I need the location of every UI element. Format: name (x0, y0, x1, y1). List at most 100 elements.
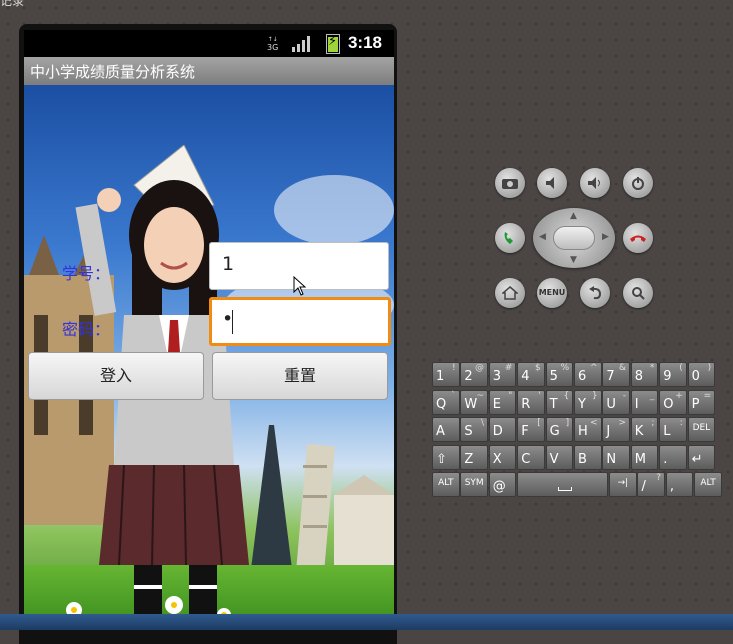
signal-icon (292, 36, 310, 52)
key-9[interactable]: 9( (659, 362, 687, 387)
dpad-up-icon[interactable]: ▲ (570, 211, 577, 221)
back-icon[interactable] (580, 278, 610, 308)
key-v[interactable]: V (545, 444, 574, 470)
key-label: E (492, 396, 502, 412)
key-i[interactable]: I _ (630, 389, 659, 415)
key-label: , (669, 479, 675, 494)
key-symbol[interactable]: . (659, 444, 687, 470)
volume-up-icon[interactable] (580, 168, 610, 198)
key-alt-label: * (649, 363, 655, 373)
key-q[interactable]: Q ` (432, 389, 460, 415)
key-r[interactable]: R ' (517, 389, 545, 415)
key-n[interactable]: N (602, 444, 630, 470)
hardware-keyboard: 1! 2 @3 #4 $5% 6 ^ 7 & 8 * 9(0) Q ` W ~ E " R ' T{Y} U - I _ O + P =… (430, 362, 722, 502)
key-b[interactable]: B (574, 444, 602, 470)
dpad-down-icon[interactable]: ▼ (570, 255, 577, 265)
key-sym[interactable]: SYM (460, 472, 488, 497)
battery-icon: ⚡ (326, 34, 340, 54)
key-5[interactable]: 5% (545, 362, 574, 387)
key-alt-label: { (563, 390, 570, 401)
key-1[interactable]: 1! (432, 362, 460, 387)
key-alt-label: " (508, 390, 513, 401)
key-y[interactable]: Y} (574, 389, 602, 415)
key-g[interactable]: G] (545, 417, 574, 442)
key-alt-label: = (703, 390, 712, 401)
key-u[interactable]: U- (602, 389, 630, 415)
key-h[interactable]: H < (574, 417, 602, 442)
student-id-label: 学号： (62, 264, 111, 283)
dpad-center-button[interactable] (553, 226, 595, 250)
volume-down-icon[interactable] (537, 168, 567, 198)
key-alt-label: # (504, 363, 513, 373)
key-8[interactable]: 8 * (630, 362, 659, 387)
key-x[interactable]: X (488, 444, 517, 470)
login-button[interactable]: 登入 (28, 352, 204, 400)
key-j[interactable]: J > (602, 417, 630, 442)
student-id-value: 1 (222, 253, 235, 275)
key-label: @ (492, 479, 506, 494)
key-f[interactable]: F[ (517, 417, 545, 442)
dpad-right-icon[interactable]: ▶ (602, 232, 609, 242)
search-icon[interactable] (623, 278, 653, 308)
key-e[interactable]: E " (488, 389, 517, 415)
key-0[interactable]: 0) (687, 362, 716, 387)
key-k[interactable]: K; (630, 417, 659, 442)
key-s[interactable]: S \ (460, 417, 488, 442)
key-symbol[interactable]: ⇧ (432, 444, 460, 470)
key-label: G (549, 424, 560, 439)
key-label: 9 (663, 369, 672, 384)
key-del[interactable]: DEL (687, 417, 716, 442)
key-m[interactable]: M (630, 444, 659, 470)
camera-icon[interactable] (495, 168, 525, 198)
dpad[interactable]: ▲ ▼ ◀ ▶ (533, 208, 615, 268)
key-alt-label: $ (535, 363, 541, 373)
key-label: H (578, 424, 588, 439)
end-call-icon[interactable] (623, 223, 653, 253)
key-label: M (634, 451, 647, 467)
key-label: X (492, 451, 502, 467)
key-2[interactable]: 2 @ (460, 362, 488, 387)
key-alt-label: } (591, 390, 598, 401)
key-label: U (606, 396, 616, 412)
key-alt[interactable]: ALT (432, 472, 460, 497)
call-icon[interactable] (495, 223, 525, 253)
key-label: ⇧ (436, 451, 447, 467)
key-alt-label: _ (649, 390, 655, 401)
key-space[interactable] (517, 472, 609, 497)
key-symbol[interactable]: /? (637, 472, 666, 497)
key-7[interactable]: 7 & (602, 362, 630, 387)
key-symbol[interactable]: , (665, 472, 694, 497)
key-label: 4 (521, 369, 530, 384)
key-label: 3 (492, 369, 502, 384)
key-6[interactable]: 6 ^ (574, 362, 602, 387)
reset-button[interactable]: 重置 (212, 352, 388, 400)
key-c[interactable]: C (517, 444, 545, 470)
space-bar-icon (558, 487, 573, 491)
key-t[interactable]: T{ (545, 389, 574, 415)
key-d[interactable]: D (488, 417, 517, 442)
key-l[interactable]: L: (659, 417, 687, 442)
key-w[interactable]: W ~ (460, 389, 488, 415)
dpad-left-icon[interactable]: ◀ (539, 232, 546, 242)
key-label: T (549, 396, 558, 412)
key-4[interactable]: 4 $ (517, 362, 545, 387)
key-symbol[interactable]: @ (488, 472, 517, 497)
key-label: I (634, 396, 639, 412)
key-p[interactable]: P = (687, 389, 716, 415)
home-icon[interactable] (495, 278, 525, 308)
key-alt[interactable]: ALT (694, 472, 722, 497)
key-z[interactable]: Z (460, 444, 488, 470)
key-a[interactable]: A (432, 417, 460, 442)
power-icon[interactable] (623, 168, 653, 198)
key-label: Y (578, 396, 586, 412)
app-title-bar: 中小学成绩质量分析系统 (24, 57, 394, 85)
key-3[interactable]: 3 # (488, 362, 517, 387)
password-input[interactable]: • (209, 297, 391, 346)
key-symbol[interactable]: ↵ (687, 444, 716, 470)
key-label: 2 (464, 369, 473, 384)
menu-button[interactable]: MENU (537, 278, 567, 308)
key-alt-label: ! (451, 363, 456, 373)
key-o[interactable]: O + (659, 389, 687, 415)
network-icon: ↑↓ 3G (267, 36, 279, 52)
key-symbol[interactable]: →| (609, 472, 637, 497)
